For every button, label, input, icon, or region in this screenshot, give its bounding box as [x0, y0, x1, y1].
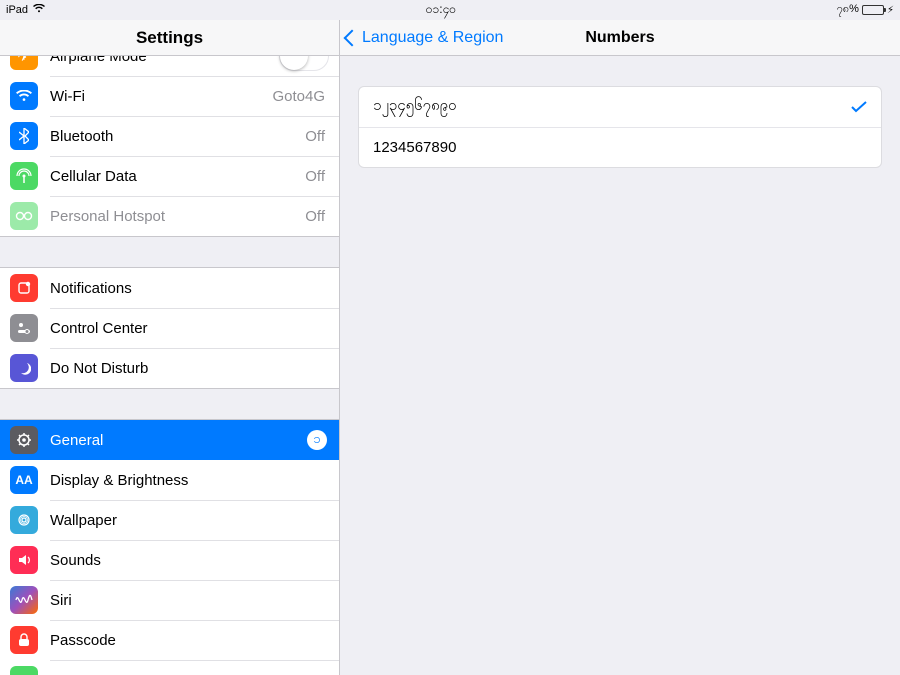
back-label: Language & Region — [362, 29, 503, 47]
sidebar-item-controlcenter[interactable]: Control Center — [0, 308, 339, 348]
sidebar-item-passcode[interactable]: Passcode — [0, 620, 339, 660]
settings-sidebar: Settings ✈︎ Airplane Mode Wi-Fi Goto4G B… — [0, 20, 340, 675]
sidebar-item-airplane[interactable]: ✈︎ Airplane Mode — [0, 56, 339, 76]
sidebar-title: Settings — [0, 20, 339, 56]
status-bar: iPad ၀၁:၄၀ ၇၈% ⚡︎ — [0, 0, 900, 20]
sidebar-item-value: Goto4G — [272, 88, 325, 105]
sidebar-item-label: Cellular Data — [50, 168, 305, 185]
charging-icon: ⚡︎ — [887, 5, 894, 16]
airplane-icon: ✈︎ — [10, 56, 38, 70]
sidebar-item-wallpaper[interactable]: Wallpaper — [0, 500, 339, 540]
sidebar-item-cellular[interactable]: Cellular Data Off — [0, 156, 339, 196]
numbers-options: ၁၂၃၄၅၆၇၈၉၀ 1234567890 — [358, 86, 882, 168]
status-time: ၀၁:၄၀ — [45, 1, 837, 19]
wifi-settings-icon — [10, 82, 38, 110]
sidebar-item-label: Do Not Disturb — [50, 360, 339, 377]
notifications-icon — [10, 274, 38, 302]
sidebar-item-value: Off — [305, 128, 325, 145]
sidebar-item-label: Personal Hotspot — [50, 208, 305, 225]
sidebar-item-label: Passcode — [50, 632, 339, 649]
dnd-icon — [10, 354, 38, 382]
detail-pane: Language & Region Numbers ၁၂၃၄၅၆၇၈၉၀ 123… — [340, 20, 900, 675]
sidebar-item-siri[interactable]: Siri — [0, 580, 339, 620]
checkmark-icon — [851, 101, 867, 113]
sidebar-item-dnd[interactable]: Do Not Disturb — [0, 348, 339, 388]
sidebar-item-value: Off — [305, 168, 325, 185]
siri-icon — [10, 586, 38, 614]
wifi-icon — [33, 4, 45, 16]
sidebar-item-display[interactable]: AA Display & Brightness — [0, 460, 339, 500]
bluetooth-icon — [10, 122, 38, 150]
sidebar-item-battery[interactable]: Battery — [0, 660, 339, 675]
battery-settings-icon — [10, 666, 38, 675]
hotspot-icon — [10, 202, 38, 230]
sidebar-item-value: Off — [305, 208, 325, 225]
sidebar-item-label: Airplane Mode — [50, 56, 279, 65]
sidebar-item-label: Siri — [50, 592, 339, 609]
battery-percent: ၇၈% — [837, 2, 859, 18]
sidebar-item-label: Wallpaper — [50, 512, 339, 529]
sidebar-item-label: General — [50, 432, 307, 449]
wallpaper-icon — [10, 506, 38, 534]
sounds-icon — [10, 546, 38, 574]
sidebar-item-label: Notifications — [50, 280, 339, 297]
detail-header: Language & Region Numbers — [340, 20, 900, 56]
passcode-icon — [10, 626, 38, 654]
sidebar-item-bluetooth[interactable]: Bluetooth Off — [0, 116, 339, 156]
option-label: 1234567890 — [373, 139, 867, 156]
display-icon: AA — [10, 466, 38, 494]
cellular-icon — [10, 162, 38, 190]
sidebar-item-label: Wi-Fi — [50, 88, 272, 105]
number-option-native[interactable]: ၁၂၃၄၅၆၇၈၉၀ — [359, 87, 881, 127]
sidebar-item-label: Sounds — [50, 552, 339, 569]
sidebar-item-label: Battery — [50, 672, 339, 675]
sidebar-item-label: Control Center — [50, 320, 339, 337]
sidebar-item-general[interactable]: General ၁ — [0, 420, 339, 460]
chevron-left-icon — [344, 29, 361, 46]
controlcenter-icon — [10, 314, 38, 342]
back-button[interactable]: Language & Region — [340, 29, 503, 47]
number-option-western[interactable]: 1234567890 — [359, 127, 881, 167]
device-label: iPad — [6, 4, 28, 16]
battery-icon — [862, 5, 884, 15]
option-label: ၁၂၃၄၅၆၇၈၉၀ — [373, 96, 851, 118]
sidebar-item-sounds[interactable]: Sounds — [0, 540, 339, 580]
sidebar-item-notifications[interactable]: Notifications — [0, 268, 339, 308]
sidebar-item-label: Display & Brightness — [50, 472, 339, 489]
sidebar-item-hotspot[interactable]: Personal Hotspot Off — [0, 196, 339, 236]
general-badge: ၁ — [307, 430, 327, 450]
sidebar-item-label: Bluetooth — [50, 128, 305, 145]
sidebar-item-wifi[interactable]: Wi-Fi Goto4G — [0, 76, 339, 116]
general-icon — [10, 426, 38, 454]
airplane-toggle[interactable] — [279, 56, 329, 71]
sidebar-scroll[interactable]: ✈︎ Airplane Mode Wi-Fi Goto4G Bluetooth … — [0, 56, 339, 675]
